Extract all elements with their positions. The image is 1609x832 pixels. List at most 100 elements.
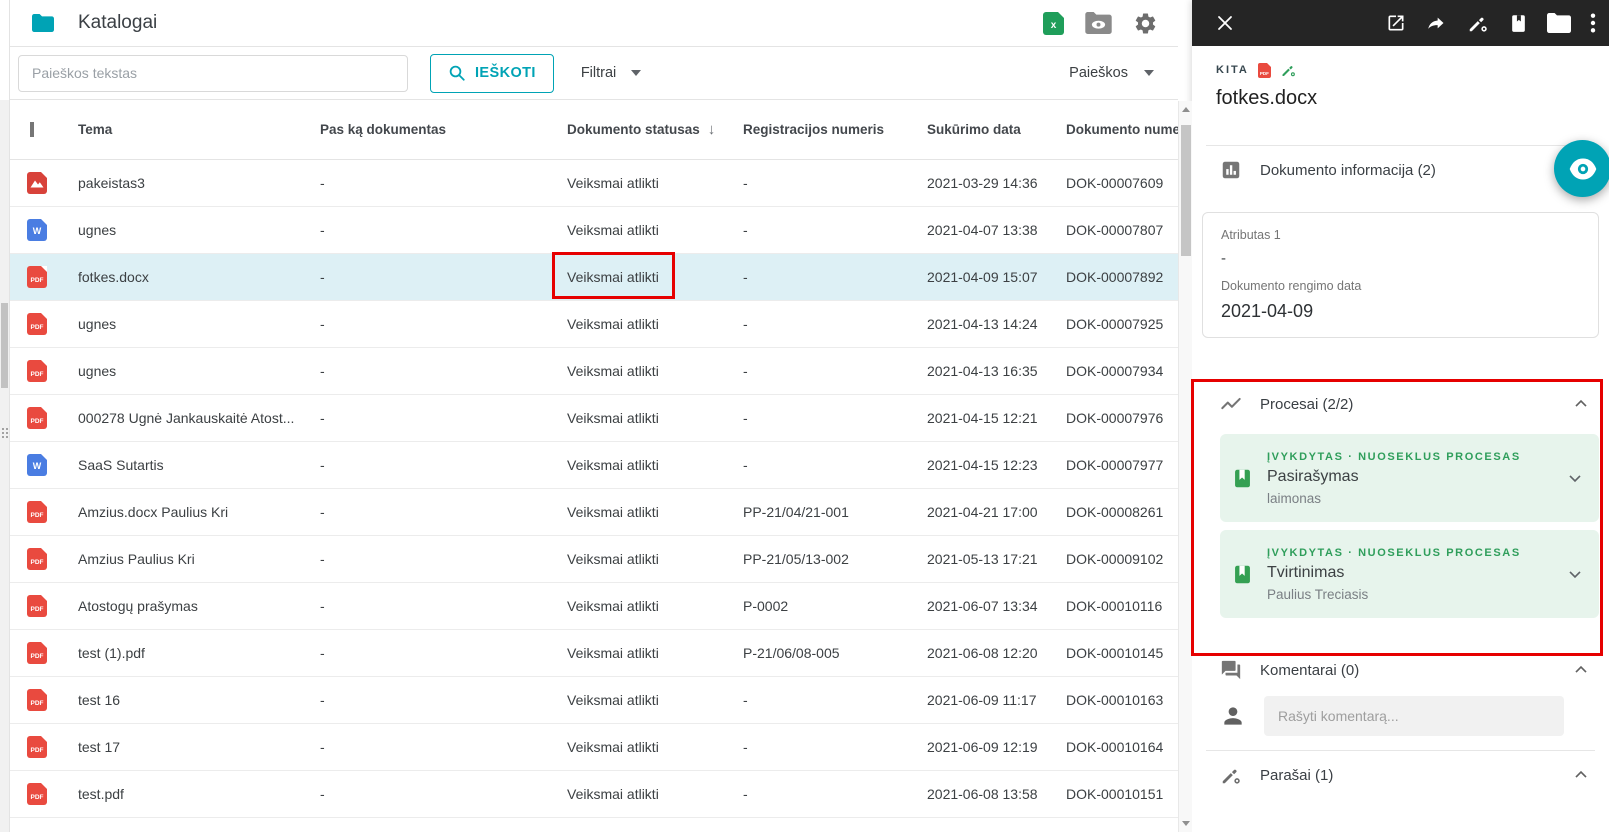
search-input[interactable] (18, 54, 408, 92)
attribute-label: Dokumento rengimo data (1221, 279, 1362, 293)
process-card[interactable]: ĮVYKDYTAS · NUOSEKLUS PROCESAS Tvirtinima… (1220, 530, 1599, 618)
close-icon[interactable] (1216, 14, 1234, 32)
cell-reg-nr: - (743, 786, 748, 802)
section-processes[interactable]: Procesai (2/2) (1206, 380, 1595, 428)
scroll-down-arrow[interactable] (1182, 821, 1190, 826)
filters-dropdown[interactable]: Filtrai (581, 65, 642, 81)
section-comments[interactable]: Komentarai (0) (1206, 646, 1595, 694)
cell-reg-nr: - (743, 410, 748, 426)
cell-pas-ka: - (320, 269, 325, 285)
cell-tema: ugnes (78, 222, 117, 238)
chevron-down-icon[interactable] (1565, 468, 1585, 488)
search-mode-dropdown[interactable]: Paieškos (1069, 65, 1154, 81)
table-scrollbar-thumb[interactable] (1181, 125, 1191, 256)
document-title: fotkes.docx (1216, 87, 1318, 109)
comments-icon (1221, 660, 1241, 680)
catalog-folder-icon (32, 14, 54, 32)
cell-statusas: Veiksmai atlikti (567, 175, 659, 191)
cell-statusas: Veiksmai atlikti (567, 645, 659, 661)
cell-pas-ka: - (320, 316, 325, 332)
cell-sukurimo-data: 2021-06-09 11:17 (927, 692, 1037, 708)
cell-tema: ugnes (78, 316, 117, 332)
open-in-new-icon[interactable] (1386, 13, 1406, 33)
table-row[interactable]: PDF test 17 - Veiksmai atlikti - 2021-06-09 1… (10, 724, 1178, 771)
signed-pen-icon (1282, 66, 1295, 77)
chevron-up-icon[interactable] (1571, 394, 1591, 414)
cell-tema: test (1).pdf (78, 645, 145, 661)
column-pas-ka[interactable]: Pas ką dokumentas (320, 122, 567, 137)
panel-body: KITA PDF fotkes.docx Dokumento informaci… (1192, 62, 1609, 832)
file-type-cell: PDF (10, 313, 78, 335)
process-card[interactable]: ĮVYKDYTAS · NUOSEKLUS PROCESAS Pasirašyma… (1220, 434, 1599, 522)
export-excel-icon[interactable]: x (1043, 11, 1064, 35)
table-row[interactable]: PDF test 16 - Veiksmai atlikti - 2021-06-09 1… (10, 677, 1178, 724)
document-book-icon[interactable] (1509, 13, 1528, 34)
preview-eye-fab[interactable] (1554, 140, 1609, 197)
process-person: laimonas (1267, 490, 1322, 506)
left-scrollbar-thumb[interactable] (1, 303, 8, 388)
table-row[interactable]: pakeistas3 - Veiksmai atlikti - 2021-03-29 1… (10, 160, 1178, 207)
file-type-cell: W (10, 454, 78, 476)
sort-descending-icon[interactable]: ↓ (708, 121, 716, 138)
section-document-info[interactable]: Dokumento informacija (2) (1206, 146, 1595, 194)
table-row[interactable]: W SaaS Sutartis - Veiksmai atlikti - 2021-04-… (10, 442, 1178, 489)
process-text: ĮVYKDYTAS · NUOSEKLUS PROCESAS Tvirtinima… (1267, 547, 1565, 602)
table-row[interactable]: PDF Amzius Paulius Kri - Veiksmai atlikti PP… (10, 536, 1178, 583)
table-row[interactable]: PDF ugnes - Veiksmai atlikti - 2021-04-13 14:… (10, 301, 1178, 348)
panel-drag-grip[interactable] (2, 428, 4, 430)
signature-pen-icon[interactable] (1466, 12, 1490, 34)
cell-sukurimo-data: 2021-06-08 13:58 (927, 786, 1038, 802)
process-name: Tvirtinimas (1267, 563, 1345, 581)
comment-input[interactable] (1264, 696, 1564, 736)
attribute-label: Atributas 1 (1221, 228, 1281, 242)
cell-statusas: Veiksmai atlikti (567, 692, 659, 708)
folder-preview-icon[interactable] (1085, 12, 1112, 34)
pdf-file-icon: PDF (27, 407, 47, 429)
attribute-value: - (1221, 250, 1226, 267)
cell-reg-nr: - (743, 222, 748, 238)
column-sukurimo[interactable]: Sukūrimo data (927, 122, 1066, 137)
table-row[interactable]: Wugnes - Veiksmai atlikti - 2021-04-07 13:38… (10, 207, 1178, 254)
category-label: KITA (1216, 64, 1249, 76)
share-forward-icon[interactable] (1425, 13, 1447, 33)
select-all-checkbox[interactable] (30, 122, 34, 137)
table-row[interactable]: PDF test (1).pdf - Veiksmai atlikti P-21/06/… (10, 630, 1178, 677)
chevron-down-icon (631, 70, 642, 76)
table-row[interactable]: PDF 000278 Ugnė Jankauskaitė Atost... - Vei… (10, 395, 1178, 442)
cell-statusas: Veiksmai atlikti (567, 410, 659, 426)
cell-statusas: Veiksmai atlikti (567, 598, 659, 614)
column-reg-nr[interactable]: Registracijos numeris (743, 122, 927, 137)
cell-reg-nr: PP-21/04/21-001 (743, 504, 849, 520)
chevron-up-icon[interactable] (1571, 765, 1591, 785)
scroll-up-arrow[interactable] (1182, 107, 1190, 112)
search-icon (449, 65, 465, 81)
file-type-cell: PDF (10, 501, 78, 523)
cell-tema: Amzius Paulius Kri (78, 551, 195, 567)
section-signatures[interactable]: Parašai (1) (1206, 751, 1595, 799)
folder-icon[interactable] (1547, 13, 1571, 33)
file-type-cell: PDF (10, 548, 78, 570)
pdf-file-icon: PDF (27, 783, 47, 805)
table-row[interactable]: PDF test.pdf - Veiksmai atlikti - 2021-06-08 … (10, 771, 1178, 818)
chevron-up-icon[interactable] (1571, 660, 1591, 680)
word-file-icon: W (27, 454, 47, 476)
table-row[interactable]: PDF Atostogų prašymas - Veiksmai atlikti P-0… (10, 583, 1178, 630)
column-dok-nr[interactable]: Dokumento numeris (1066, 122, 1178, 137)
column-tema[interactable]: Tema (78, 122, 320, 137)
more-options-kebab-icon[interactable] (1590, 12, 1596, 34)
table-scrollbar[interactable] (1178, 101, 1192, 832)
bar-chart-icon (1222, 161, 1240, 179)
left-scrollbar-track[interactable] (0, 100, 9, 832)
column-statusas[interactable]: Dokumento statusas ↓ (567, 121, 743, 138)
search-button[interactable]: IEŠKOTI (430, 53, 554, 93)
cell-pas-ka: - (320, 363, 325, 379)
table-row[interactable]: PDF ugnes - Veiksmai atlikti - 2021-04-13 16:… (10, 348, 1178, 395)
chevron-down-icon[interactable] (1565, 564, 1585, 584)
cell-tema: test 17 (78, 739, 121, 755)
cell-reg-nr: - (743, 175, 748, 191)
settings-gear-icon[interactable] (1133, 11, 1158, 36)
table-row[interactable]: PDF fotkes.docx - Veiksmai atlikti - 2021-04-… (10, 254, 1178, 301)
file-type-cell: PDF (10, 689, 78, 711)
table-row[interactable]: PDF Amzius.docx Paulius Kri - Veiksmai atli… (10, 489, 1178, 536)
signatures-pen-icon (1222, 769, 1240, 784)
